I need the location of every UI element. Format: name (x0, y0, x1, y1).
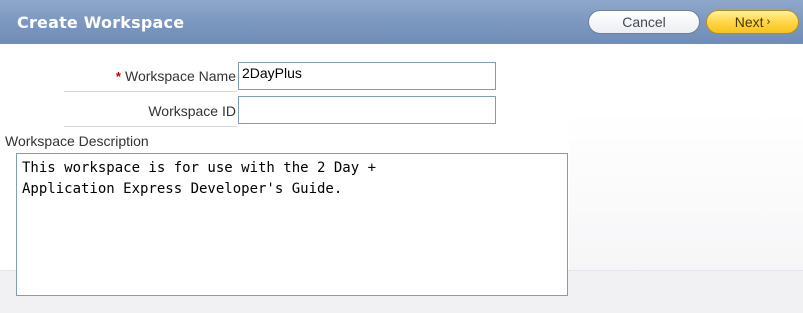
next-button[interactable]: Next › (706, 10, 799, 34)
region-header: Create Workspace Cancel Next › (0, 0, 803, 44)
page-title: Create Workspace (17, 13, 185, 32)
chevron-right-icon: › (766, 16, 771, 28)
workspace-description-label: Workspace Description (5, 133, 149, 149)
next-button-label: Next (734, 14, 764, 30)
cancel-button-label: Cancel (622, 14, 666, 30)
cancel-button[interactable]: Cancel (588, 10, 700, 34)
workspace-description-textarea[interactable]: This workspace is for use with the 2 Day… (16, 153, 568, 296)
label-underline (64, 91, 237, 92)
workspace-id-label: Workspace ID (148, 103, 236, 119)
label-underline (64, 126, 237, 127)
workspace-name-label: Workspace Name (124, 68, 236, 84)
workspace-id-field[interactable] (238, 96, 496, 124)
workspace-name-label-wrap: * Workspace Name (60, 68, 236, 84)
workspace-name-field[interactable]: 2DayPlus (238, 62, 496, 90)
required-icon: * (115, 69, 121, 84)
